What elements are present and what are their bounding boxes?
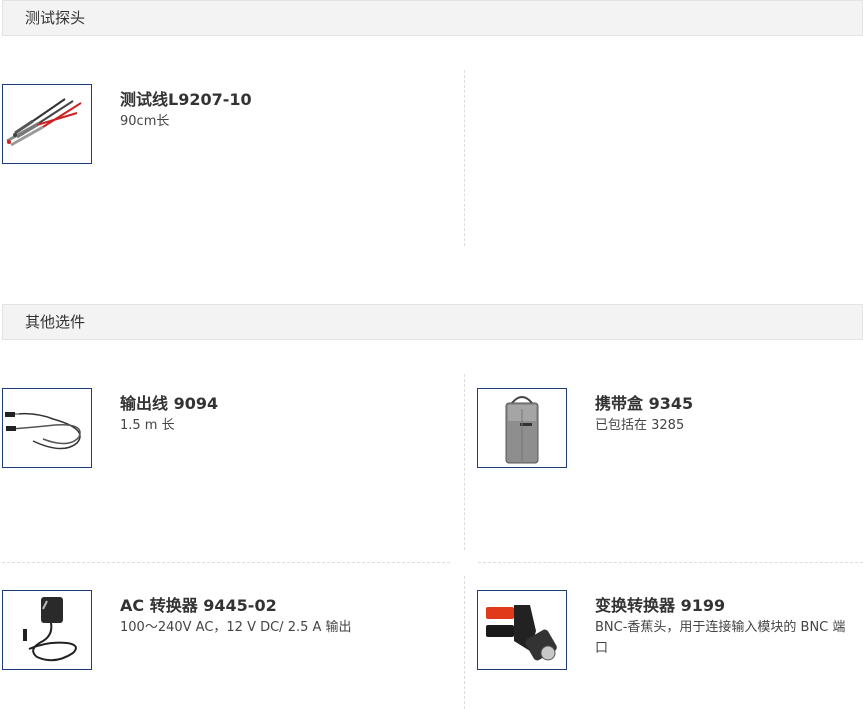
bnc-adapter-image[interactable] — [477, 590, 567, 670]
product-title[interactable]: 输出线 9094 — [120, 390, 218, 414]
product-title[interactable]: AC 转换器 9445-02 — [120, 592, 277, 616]
product-description: 100～240V AC，12 V DC/ 2.5 A 输出 — [120, 620, 352, 635]
carrying-case-image[interactable] — [477, 388, 567, 468]
ac-adapter-image[interactable] — [2, 590, 92, 670]
product-description: 已包括在 3285 — [595, 418, 685, 433]
column-divider — [464, 70, 465, 246]
test-lead-image[interactable] — [2, 84, 92, 164]
product-description: BNC-香蕉头，用于连接输入模块的 BNC 端口 — [595, 620, 846, 656]
product-title[interactable]: 携带盒 9345 — [595, 390, 693, 414]
row-divider — [478, 562, 863, 563]
product-description: 90cm长 — [120, 114, 170, 129]
column-divider — [464, 576, 465, 709]
product-carrying-case[interactable]: 携带盒 9345 已包括在 3285 — [477, 388, 863, 470]
output-cable-image[interactable] — [2, 388, 92, 468]
section-header-other-options: 其他选件 — [2, 304, 863, 340]
column-divider — [464, 374, 465, 550]
product-output-cable[interactable]: 输出线 9094 1.5 m 长 — [2, 388, 442, 470]
section-header-test-probes: 测试探头 — [2, 0, 863, 36]
product-title[interactable]: 测试线L9207-10 — [120, 86, 252, 110]
row-divider — [2, 562, 450, 563]
product-test-lead[interactable]: 测试线L9207-10 90cm长 — [2, 84, 442, 166]
product-ac-adapter[interactable]: AC 转换器 9445-02 100～240V AC，12 V DC/ 2.5 … — [2, 590, 442, 672]
product-bnc-adapter[interactable]: 变换转换器 9199 BNC-香蕉头，用于连接输入模块的 BNC 端口 — [477, 590, 863, 672]
product-description: 1.5 m 长 — [120, 418, 175, 433]
product-title[interactable]: 变换转换器 9199 — [595, 592, 725, 616]
